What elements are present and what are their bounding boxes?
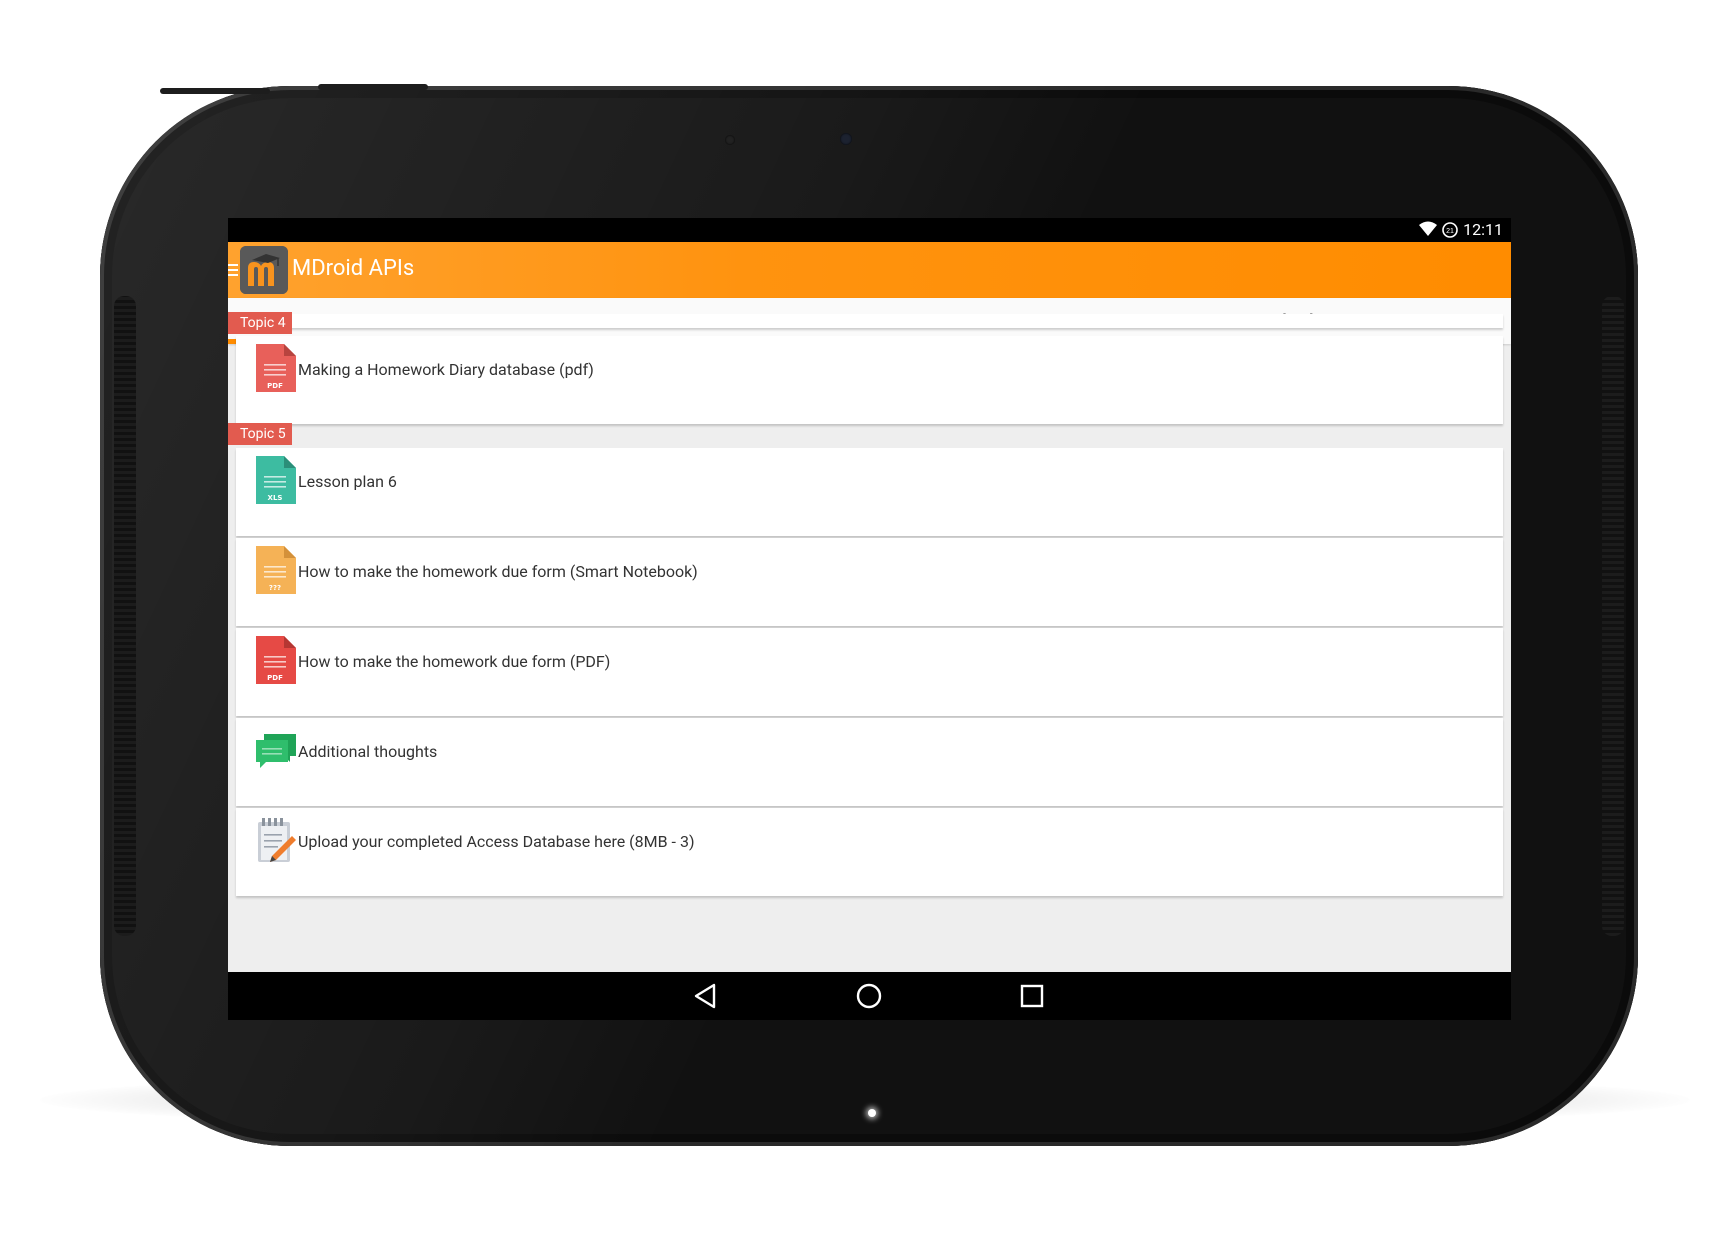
svg-text:???: ??? bbox=[269, 584, 281, 592]
list-item[interactable]: PDF How to make the homework due form (P… bbox=[236, 628, 1503, 716]
alarm-icon: 21 bbox=[1441, 221, 1459, 243]
xls-file-icon: XLS bbox=[256, 456, 296, 504]
home-icon[interactable] bbox=[853, 980, 885, 1012]
item-label: Upload your completed Access Database he… bbox=[298, 832, 695, 851]
pdf-file-icon: PDF bbox=[256, 344, 296, 392]
item-label: How to make the homework due form (PDF) bbox=[298, 652, 611, 671]
system-nav-bar bbox=[228, 972, 1511, 1020]
front-camera bbox=[840, 133, 852, 145]
front-sensor bbox=[725, 135, 735, 145]
item-label: Lesson plan 6 bbox=[298, 472, 397, 491]
svg-text:PDF: PDF bbox=[267, 674, 283, 682]
list-item[interactable]: XLS Lesson plan 6 bbox=[236, 448, 1503, 536]
wifi-icon bbox=[1419, 221, 1437, 241]
app-bar: MDroid APIs bbox=[228, 242, 1511, 298]
status-time: 12:11 bbox=[1463, 220, 1503, 239]
topic-header-card bbox=[236, 314, 1503, 328]
recents-icon[interactable] bbox=[1016, 980, 1048, 1012]
item-label: Making a Homework Diary database (pdf) bbox=[298, 360, 594, 379]
app-logo bbox=[240, 246, 288, 294]
assignment-icon bbox=[256, 816, 296, 864]
svg-text:XLS: XLS bbox=[268, 494, 283, 502]
item-label: Additional thoughts bbox=[298, 742, 438, 761]
forum-icon bbox=[256, 726, 296, 774]
drawer-toggle-icon[interactable] bbox=[228, 264, 238, 279]
pdf-file-icon: PDF bbox=[256, 636, 296, 684]
list-item[interactable]: Upload your completed Access Database he… bbox=[236, 808, 1503, 896]
right-speaker bbox=[1602, 296, 1624, 936]
volume-button bbox=[160, 88, 270, 94]
status-bar: 21 12:11 bbox=[228, 218, 1511, 242]
notification-led bbox=[868, 1109, 876, 1117]
svg-text:21: 21 bbox=[1446, 228, 1454, 235]
list-item[interactable]: Additional thoughts bbox=[236, 718, 1503, 806]
power-button bbox=[318, 84, 428, 90]
left-speaker bbox=[114, 296, 136, 936]
svg-text:PDF: PDF bbox=[267, 382, 283, 390]
back-icon[interactable] bbox=[690, 980, 722, 1012]
list-item[interactable]: PDF Making a Homework Diary database (pd… bbox=[236, 336, 1503, 424]
list-item[interactable]: ??? How to make the homework due form (S… bbox=[236, 538, 1503, 626]
app-title: MDroid APIs bbox=[292, 256, 415, 281]
item-label: How to make the homework due form (Smart… bbox=[298, 562, 698, 581]
screen: 21 12:11 MDroid APIs Contents Forums Cal… bbox=[228, 218, 1511, 1020]
topic-badge: Topic 4 bbox=[228, 312, 292, 334]
unknown-file-icon: ??? bbox=[256, 546, 296, 594]
topic-badge: Topic 5 bbox=[228, 423, 292, 445]
